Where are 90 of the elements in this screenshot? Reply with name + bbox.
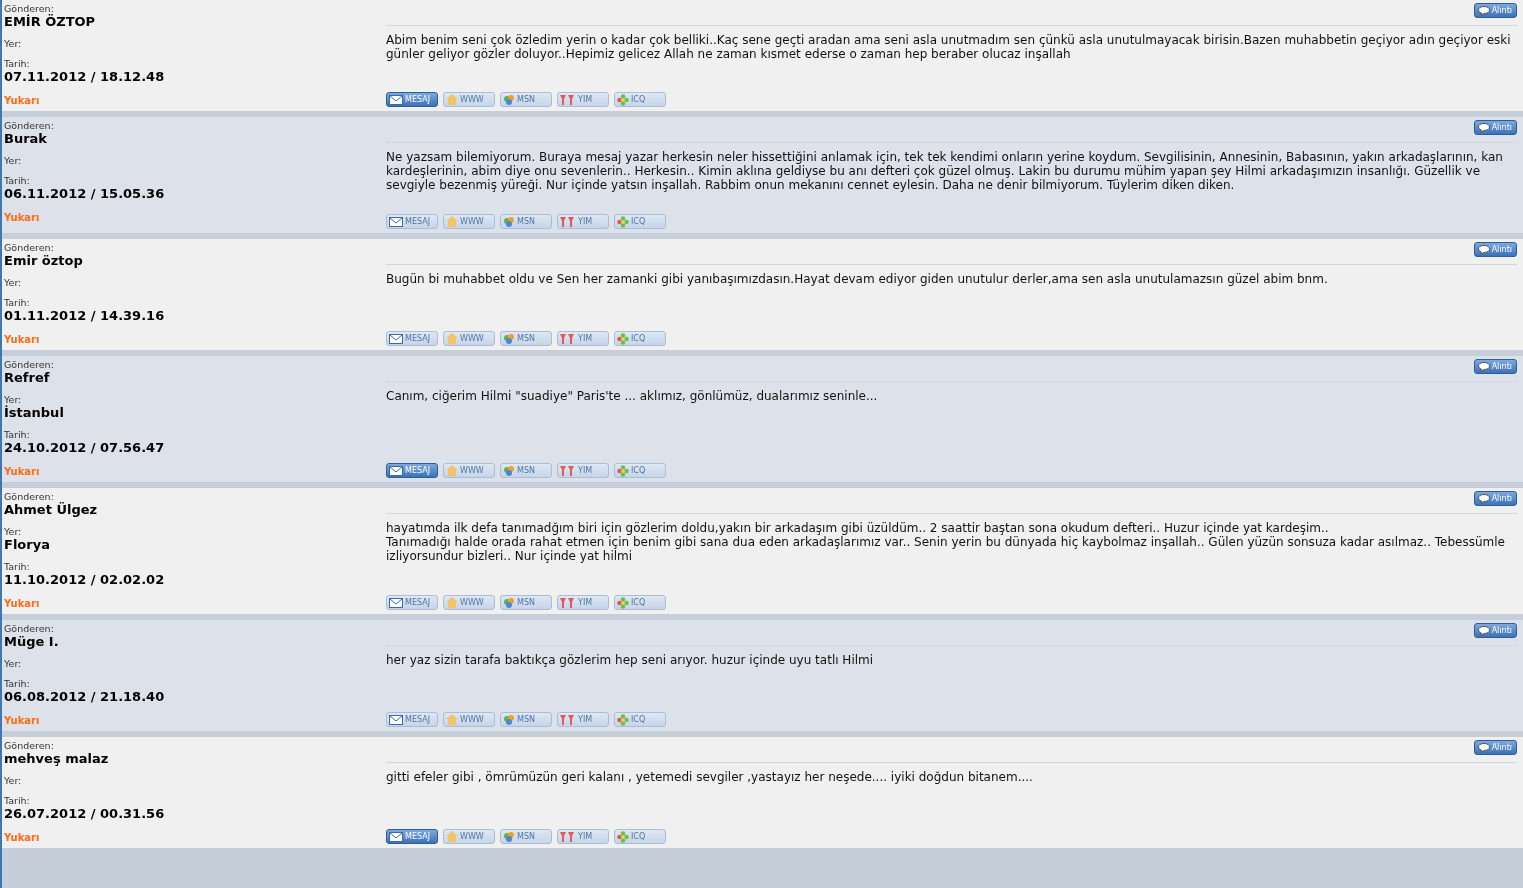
field-label: Gönderen:	[4, 3, 54, 14]
quote-button[interactable]: Alıntı	[1473, 120, 1517, 135]
field-label: Yer:	[4, 658, 22, 669]
field-label: Yer:	[4, 394, 22, 405]
location-value: İstanbul	[4, 405, 64, 420]
flower-icon	[617, 830, 629, 843]
date-value: 01.11.2012 / 14.39.16	[4, 308, 165, 323]
field-label: Gönderen:	[4, 491, 54, 502]
message-text: Ne yazsam bilemiyorum. Buraya mesaj yazar herkesin neler hissettiğini anlamak için, tek tek kendimi onların yerine koydum. Sevgilisinin, Annesinin, Babasının, yakın arkadaşlarının, kan kardeşlerinin, abim diye onu sevenlerin.. Herkesin.. Kimin aklına geldiyse bu anı defteri çok güzel olmuş. Lakin bu durumu mühim yapan şey Hilmi arkadaşımızın insanlığı. Güzellik ve sevgiyle bezenmiş yüreği. Nur içinde yatsın inşallah. Rabbim onun mekanını cennet eylesin. Daha ne denir bilmiyorum. Tüylerim diken diken.	[386, 150, 1504, 192]
top-link[interactable]: Yukarı	[4, 95, 40, 107]
flower-icon	[617, 93, 629, 106]
sender-name: Müge I.	[4, 634, 59, 649]
message-text: Bugün bi muhabbet oldu ve Sen her zamanki gibi yanıbaşımızdasın.Hayat devam ediyor giden unutulur derler,ama sen asla unutulamazsın güzel abim bnm.	[386, 272, 1328, 286]
message-text: hayatımda ilk defa tanımadğım biri için gözlerim doldu,yakın bir arkadaşım gibi üzüldüm.. 2 saattir baştan sona okudum defteri.. Huzur içinde yat kardeşim..	[386, 521, 1329, 535]
quote-button[interactable]: Alıntı	[1473, 359, 1517, 374]
house-icon	[446, 333, 458, 344]
message-text: Canım, ciğerim Hilmi "suadiye" Paris'te ... aklımız, gönlümüz, dualarımız seninle...	[386, 389, 878, 403]
field-label: Tarih:	[4, 297, 30, 308]
speech-bubble-icon	[1477, 361, 1490, 372]
speech-bubble-icon	[1477, 5, 1490, 16]
sender-name: Ahmet Ülgez	[4, 502, 98, 517]
field-label: Gönderen:	[4, 359, 54, 370]
envelope-icon	[389, 216, 403, 227]
speech-bubble-icon	[1477, 742, 1490, 753]
house-icon	[446, 94, 458, 105]
quote-button[interactable]: Alıntı	[1473, 623, 1517, 638]
field-label: Tarih:	[4, 795, 30, 806]
message-text: Abim benim seni çok özledim yerin o kadar çok belliki..Kaç sene geçti aradan ama seni asla unutmadım sen çünkü asla unutulmayacak birisin.Bazen muhabbetin geçiyor adın geçiyor eski günler geliyor gözler doluyor..Hepimiz gelicez Allah ne zaman kısmet ederse o zaman hep beraber olucaz inşallah	[386, 33, 1512, 61]
field-label: Tarih:	[4, 429, 30, 440]
date-value: 06.08.2012 / 21.18.40	[4, 689, 165, 704]
contact-button[interactable]: MESAJ	[386, 829, 438, 844]
field-label: Tarih:	[4, 561, 30, 572]
field-label: Tarih:	[4, 678, 30, 689]
flower-icon	[617, 332, 629, 345]
house-icon	[446, 597, 458, 608]
top-link[interactable]: Yukarı	[4, 715, 40, 727]
house-icon	[446, 216, 458, 227]
quote-button[interactable]: Alıntı	[1473, 3, 1517, 18]
envelope-icon	[389, 465, 403, 476]
sender-name: Refref	[4, 370, 50, 385]
field-label: Gönderen:	[4, 120, 54, 131]
quote-button[interactable]: Alıntı	[1473, 242, 1517, 257]
location-value: Florya	[4, 537, 50, 552]
speech-bubble-icon	[1477, 625, 1490, 636]
envelope-icon	[389, 714, 403, 725]
flower-icon	[617, 596, 629, 609]
top-link[interactable]: Yukarı	[4, 832, 40, 844]
speech-bubble-icon	[1477, 244, 1490, 255]
field-label: Yer:	[4, 38, 22, 49]
field-label: Yer:	[4, 155, 22, 166]
field-label: Yer:	[4, 775, 22, 786]
field-label: Tarih:	[4, 175, 30, 186]
envelope-icon	[389, 94, 403, 105]
date-value: 11.10.2012 / 02.02.02	[4, 572, 165, 587]
date-value: 07.11.2012 / 18.12.48	[4, 69, 165, 84]
sender-name: Burak	[4, 131, 47, 146]
top-link[interactable]: Yukarı	[4, 212, 40, 224]
sender-name: Emir öztop	[4, 253, 83, 268]
contact-button[interactable]: MESAJ	[386, 463, 438, 478]
house-icon	[446, 465, 458, 476]
flower-icon	[617, 215, 629, 228]
speech-bubble-icon	[1477, 493, 1490, 504]
speech-bubble-icon	[1477, 122, 1490, 133]
message-text: Tanımadığı halde orada rahat etmen için benim gibi sana dua eden arkadaşlarımız var.. Senin yerin bu dünyada hiç kaybolmaz inşallah.. Gülen yüzün sonsuza kadar asılmaz.. Tebessümle izliyorsundur bizleri.. Nur içinde yat hilmi	[386, 535, 1506, 563]
field-label: Gönderen:	[4, 740, 54, 751]
date-value: 26.07.2012 / 00.31.56	[4, 806, 165, 821]
date-value: 24.10.2012 / 07.56.47	[4, 440, 165, 455]
quote-button[interactable]: Alıntı	[1473, 740, 1517, 755]
message-text: her yaz sizin tarafa baktıkça gözlerim hep seni arıyor. huzur içinde uyu tatlı Hilmi	[386, 653, 874, 667]
field-label: Tarih:	[4, 58, 30, 69]
sender-name: mehveş malaz	[4, 751, 109, 766]
field-label: Yer:	[4, 526, 22, 537]
quote-button[interactable]: Alıntı	[1473, 491, 1517, 506]
top-link[interactable]: Yukarı	[4, 598, 40, 610]
field-label: Gönderen:	[4, 623, 54, 634]
top-link[interactable]: Yukarı	[4, 334, 40, 346]
envelope-icon	[389, 597, 403, 608]
message-text: gitti efeler gibi , ömrümüzün geri kalanı , yetemedi sevgiler ,yastayız her neşede.... iyiki doğdun bitanem....	[386, 770, 1033, 784]
field-label: Gönderen:	[4, 242, 54, 253]
envelope-icon	[389, 831, 403, 842]
contact-button[interactable]: MESAJ	[386, 92, 438, 107]
date-value: 06.11.2012 / 15.05.36	[4, 186, 165, 201]
flower-icon	[617, 464, 629, 477]
top-link[interactable]: Yukarı	[4, 466, 40, 478]
house-icon	[446, 714, 458, 725]
field-label: Yer:	[4, 277, 22, 288]
sender-name: EMİR ÖZTOP	[4, 14, 96, 29]
envelope-icon	[389, 333, 403, 344]
flower-icon	[617, 713, 629, 726]
house-icon	[446, 831, 458, 842]
